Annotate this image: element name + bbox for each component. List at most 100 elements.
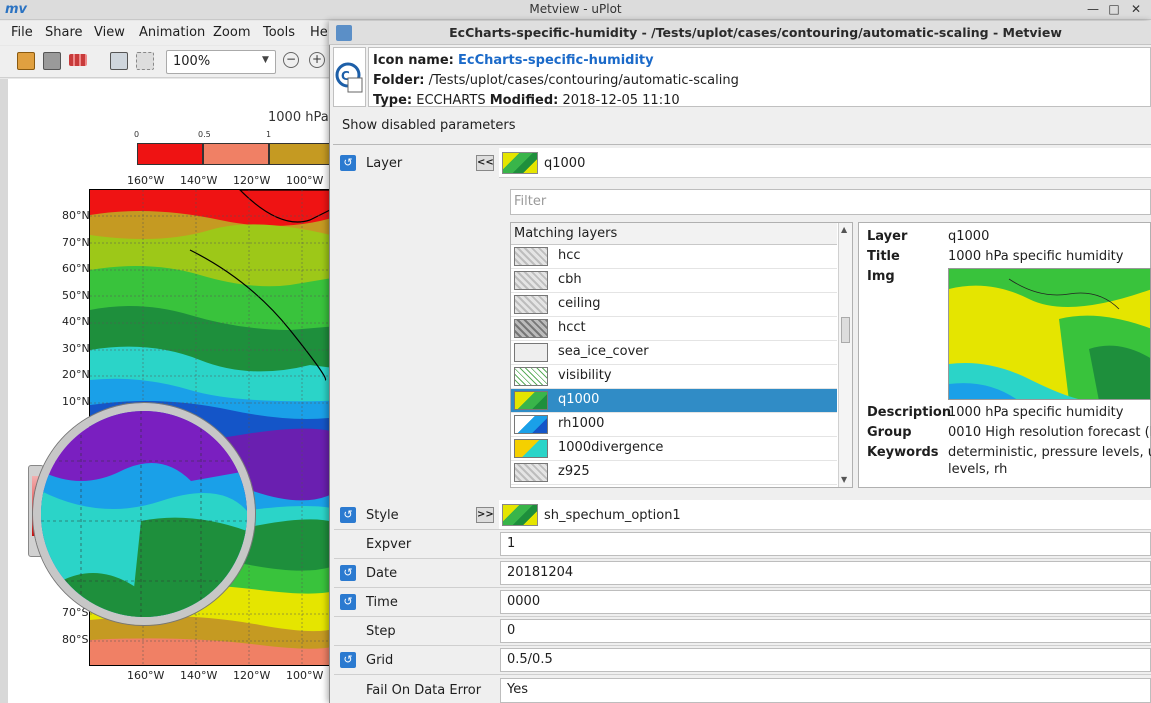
menu-share[interactable]: Share xyxy=(45,25,83,40)
list-item[interactable]: sea_ice_cover xyxy=(511,341,837,365)
divider xyxy=(333,144,1151,145)
folder-path: /Tests/uplot/cases/contouring/automatic-… xyxy=(428,73,739,88)
menu-file[interactable]: File xyxy=(11,25,33,40)
close-button[interactable]: ✕ xyxy=(1126,2,1146,16)
detail-value: 1000 hPa specific humidity xyxy=(948,405,1124,420)
dialog-title: EcCharts-specific-humidity - /Tests/uplo… xyxy=(449,25,1062,40)
param-label: Date xyxy=(366,566,398,581)
chevron-down-icon[interactable]: ▼ xyxy=(262,55,269,65)
list-item[interactable]: visibility xyxy=(511,365,837,389)
style-value: sh_spechum_option1 xyxy=(544,508,681,523)
fail-on-error-select[interactable]: Yes xyxy=(500,678,1151,703)
layout-icon[interactable] xyxy=(110,52,128,70)
list-scrollbar[interactable]: ▲ ▼ xyxy=(838,223,852,487)
modified-label: Modified: xyxy=(489,93,559,108)
time-field[interactable]: 0000 xyxy=(500,590,1151,614)
zoom-in-icon[interactable]: + xyxy=(309,52,325,68)
lat-label: 50°N xyxy=(62,289,90,302)
type-value: ECCHARTS xyxy=(416,93,486,108)
detail-value: levels, rh xyxy=(948,462,1008,477)
icon-name-link[interactable]: EcCharts-specific-humidity xyxy=(458,53,654,68)
lon-label: 160°W xyxy=(127,669,165,682)
legend-tick: 1 xyxy=(266,130,272,139)
lat-label: 60°N xyxy=(62,262,90,275)
detail-key: Layer xyxy=(867,229,908,244)
param-label: Step xyxy=(366,624,396,639)
detail-key: Img xyxy=(867,269,895,284)
eccharts-app-icon xyxy=(336,25,352,41)
list-item[interactable]: hcc xyxy=(511,245,837,269)
reset-icon[interactable]: ↺ xyxy=(340,594,356,610)
reset-icon[interactable]: ↺ xyxy=(340,565,356,581)
style-label: Style xyxy=(366,508,399,523)
lat-label: 40°N xyxy=(62,315,90,328)
menu-animation[interactable]: Animation xyxy=(139,25,205,40)
reset-icon[interactable]: ↺ xyxy=(340,155,356,171)
export-icon[interactable] xyxy=(69,54,87,66)
type-label: Type: xyxy=(373,93,413,108)
date-field[interactable]: 20181204 xyxy=(500,561,1151,585)
list-header: Matching layers xyxy=(511,223,837,245)
filter-input[interactable]: Filter xyxy=(510,189,1151,215)
select-icon[interactable] xyxy=(136,52,154,70)
detail-key: Title xyxy=(867,249,900,264)
plot-title: 1000 hPa xyxy=(268,110,329,125)
step-field[interactable]: 0 xyxy=(500,619,1151,643)
folder-label: Folder: xyxy=(373,73,425,88)
list-item[interactable]: cbh xyxy=(511,269,837,293)
zoom-out-icon[interactable]: − xyxy=(283,52,299,68)
legend-tick: 0.5 xyxy=(198,130,211,139)
menu-help[interactable]: He xyxy=(310,25,328,40)
list-item[interactable]: rh1000 xyxy=(511,413,837,437)
magnifier-view xyxy=(41,411,247,617)
list-item[interactable]: 1000divergence xyxy=(511,437,837,461)
list-item[interactable]: ceiling xyxy=(511,293,837,317)
reset-icon[interactable]: ↺ xyxy=(340,507,356,523)
menu-view[interactable]: View xyxy=(94,25,125,40)
lat-label: 70°N xyxy=(62,236,90,249)
lon-label: 140°W xyxy=(180,174,218,187)
reset-icon[interactable]: ↺ xyxy=(340,652,356,668)
detail-key: Group xyxy=(867,425,912,440)
detail-value: deterministic, pressure levels, uppe xyxy=(948,445,1151,460)
style-thumbnail xyxy=(502,504,538,526)
grid-field[interactable]: 0.5/0.5 xyxy=(500,648,1151,672)
layer-preview-image xyxy=(948,268,1151,400)
print-icon[interactable] xyxy=(43,52,61,70)
expand-button[interactable]: >> xyxy=(476,507,494,523)
layer-label: Layer xyxy=(366,156,403,171)
detail-value: 1000 hPa specific humidity xyxy=(948,249,1124,264)
zoom-select[interactable]: 100% xyxy=(166,50,276,74)
uplot-window-title: Metview - uPlot xyxy=(529,2,622,16)
icon-name-label: Icon name: xyxy=(373,53,454,68)
param-label: Time xyxy=(366,595,398,610)
layer-thumbnail xyxy=(502,152,538,174)
minimize-button[interactable]: — xyxy=(1083,2,1103,16)
lon-label: 140°W xyxy=(180,669,218,682)
collapse-button[interactable]: << xyxy=(476,155,494,171)
lat-label: 30°N xyxy=(62,342,90,355)
expver-field[interactable]: 1 xyxy=(500,532,1151,556)
list-item-selected[interactable]: q1000 xyxy=(511,389,837,413)
lon-label: 120°W xyxy=(233,669,271,682)
lon-label: 100°W xyxy=(286,669,324,682)
menu-tools[interactable]: Tools xyxy=(263,25,295,40)
show-disabled-toggle[interactable]: Show disabled parameters xyxy=(342,118,515,133)
detail-key: Keywords xyxy=(867,445,939,460)
layer-value-field[interactable] xyxy=(499,148,1151,178)
modified-value: 2018-12-05 11:10 xyxy=(562,93,680,108)
layer-value: q1000 xyxy=(544,156,586,171)
list-item[interactable]: z925 xyxy=(511,461,837,485)
save-icon[interactable] xyxy=(17,52,35,70)
detail-value: q1000 xyxy=(948,229,990,244)
magnifier-lens[interactable] xyxy=(33,403,255,625)
lon-label: 100°W xyxy=(286,174,324,187)
list-item[interactable]: hcct xyxy=(511,317,837,341)
eccharts-icon: C xyxy=(333,47,366,107)
maximize-button[interactable]: □ xyxy=(1104,2,1124,16)
lat-label: 10°N xyxy=(62,395,90,408)
menu-zoom[interactable]: Zoom xyxy=(213,25,250,40)
lon-label: 160°W xyxy=(127,174,165,187)
param-label: Grid xyxy=(366,653,394,668)
side-panel-edge xyxy=(0,79,8,703)
